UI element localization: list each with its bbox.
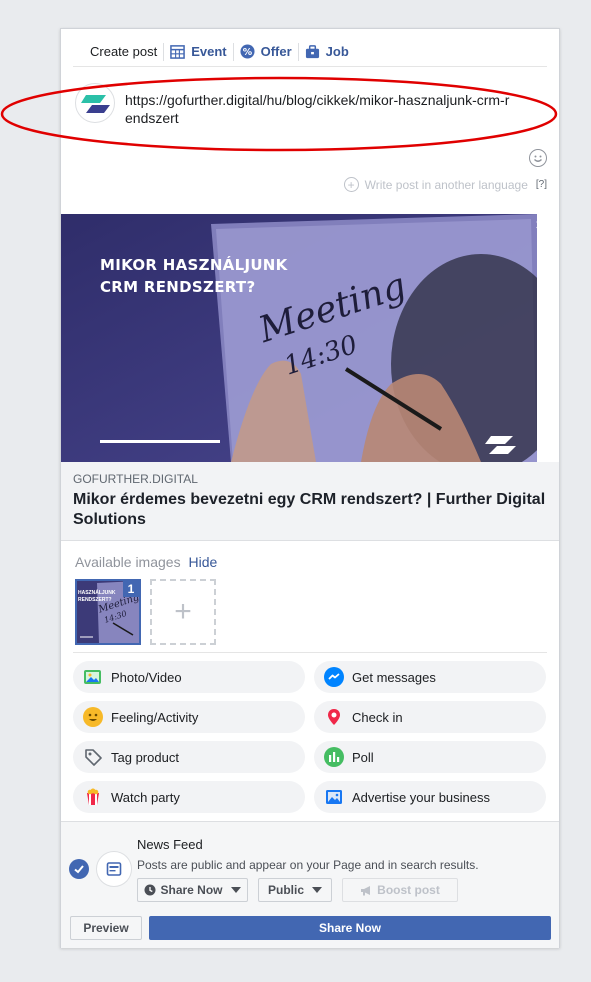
- preview-photo: Meeting 14:30: [61, 214, 537, 462]
- boost-post-button[interactable]: Boost post: [342, 878, 458, 902]
- megaphone-icon: [361, 885, 371, 895]
- post-type-tabs: Create post Event % Offer Job: [73, 37, 547, 67]
- selected-image-thumbnail[interactable]: Meeting 14:30 HASZNÁLJUNK RENDSZERT? 1: [75, 579, 141, 645]
- tag-icon: [83, 747, 103, 767]
- thumbnail-headline-line-2: RENDSZERT?: [78, 597, 112, 603]
- write-another-language-label: Write post in another language: [364, 177, 528, 192]
- share-now-button[interactable]: Share Now: [149, 916, 551, 940]
- headline-line-2: CRM RENDSZERT?: [100, 278, 256, 296]
- share-now-dropdown-label: Share Now: [160, 883, 223, 897]
- thumbnail-headline-line-1: HASZNÁLJUNK: [78, 590, 116, 596]
- photo-video-button[interactable]: Photo/Video: [73, 661, 305, 693]
- create-post-dialog: Create post Event % Offer Job https://go…: [60, 28, 560, 948]
- add-image-button[interactable]: +: [150, 579, 216, 645]
- watch-party-button[interactable]: Watch party: [73, 781, 305, 813]
- check-in-button[interactable]: Check in: [314, 701, 546, 733]
- poll-label: Poll: [352, 749, 374, 765]
- chevron-down-icon: [230, 887, 241, 893]
- preview-button[interactable]: Preview: [70, 916, 142, 940]
- tab-create-post-label: Create post: [90, 44, 158, 59]
- preview-image-headline: MIKOR HASZNÁLJUNK CRM RENDSZERT?: [100, 254, 288, 298]
- calendar-icon: [170, 45, 186, 59]
- news-feed-checkbox[interactable]: [69, 859, 89, 879]
- tab-event[interactable]: Event: [164, 41, 232, 63]
- watch-party-icon: [83, 787, 103, 807]
- link-preview-image: Meeting 14:30 MIKOR HASZNÁLJUNK CRM REND…: [61, 214, 537, 462]
- share-now-dropdown[interactable]: Share Now: [137, 878, 248, 902]
- poll-icon: [324, 747, 344, 767]
- tag-product-label: Tag product: [111, 749, 179, 765]
- page-avatar: [75, 83, 115, 123]
- available-images-label: Available images Hide: [75, 554, 217, 570]
- feeling-activity-label: Feeling/Activity: [111, 709, 199, 725]
- add-circle-icon: +: [343, 177, 359, 192]
- tab-create-post[interactable]: Create post: [73, 41, 163, 63]
- boost-post-label: Boost post: [377, 883, 440, 897]
- tag-product-button[interactable]: Tag product: [73, 741, 305, 773]
- headline-line-1: MIKOR HASZNÁLJUNK: [100, 256, 288, 274]
- post-composer: https://gofurther.digital/hu/blog/cikkek…: [73, 81, 547, 201]
- actions-divider: [73, 652, 547, 653]
- news-feed-title: News Feed: [137, 837, 203, 852]
- check-in-icon: [324, 707, 344, 727]
- get-messages-button[interactable]: Get messages: [314, 661, 546, 693]
- messenger-icon: [324, 667, 344, 687]
- available-images-text: Available images: [75, 554, 181, 570]
- link-title[interactable]: Mikor érdemes bevezetni egy CRM rendszer…: [73, 490, 547, 530]
- hide-images-link[interactable]: Hide: [188, 554, 217, 570]
- tab-offer[interactable]: % Offer: [234, 41, 298, 63]
- check-in-label: Check in: [352, 709, 403, 725]
- link-preview-meta[interactable]: GOFURTHER.DIGITAL Mikor érdemes bevezetn…: [61, 462, 559, 541]
- remove-preview-close-icon[interactable]: ×: [536, 217, 545, 235]
- link-domain: GOFURTHER.DIGITAL: [73, 472, 198, 486]
- feeling-activity-button[interactable]: Feeling/Activity: [73, 701, 305, 733]
- post-text-input[interactable]: https://gofurther.digital/hu/blog/cikkek…: [125, 91, 515, 127]
- thumbnail-headline: HASZNÁLJUNK RENDSZERT?: [78, 590, 116, 604]
- photo-video-label: Photo/Video: [111, 669, 182, 685]
- advertise-business-button[interactable]: Advertise your business: [314, 781, 546, 813]
- news-feed-icon: [96, 851, 132, 887]
- get-messages-label: Get messages: [352, 669, 436, 685]
- emoji-icon[interactable]: [529, 149, 547, 167]
- clock-icon: [144, 884, 156, 896]
- gofurther-logo-icon: [81, 95, 110, 113]
- news-feed-description: Posts are public and appear on your Page…: [137, 858, 479, 872]
- poll-button[interactable]: Poll: [314, 741, 546, 773]
- thumbnail-selected-badge: 1: [123, 581, 139, 597]
- audience-label: Public: [267, 883, 304, 897]
- photo-video-icon: [83, 667, 103, 687]
- briefcase-icon: [305, 45, 319, 59]
- offer-badge-icon: %: [240, 44, 255, 59]
- headline-underline: [100, 440, 220, 443]
- tab-event-label: Event: [191, 44, 227, 59]
- checkmark-icon: [74, 865, 84, 874]
- feeling-icon: [83, 707, 103, 727]
- svg-text:%: %: [242, 47, 252, 58]
- advertise-business-label: Advertise your business: [352, 789, 491, 805]
- audience-dropdown[interactable]: Public: [258, 878, 332, 902]
- write-another-language[interactable]: + Write post in another language [?]: [343, 177, 547, 192]
- tab-job[interactable]: Job: [299, 41, 355, 63]
- tab-job-label: Job: [325, 44, 349, 59]
- help-link[interactable]: [?]: [536, 179, 547, 190]
- chevron-down-icon: [312, 887, 322, 893]
- watch-party-label: Watch party: [111, 789, 180, 805]
- tab-offer-label: Offer: [260, 44, 292, 59]
- advertise-icon: [324, 787, 344, 807]
